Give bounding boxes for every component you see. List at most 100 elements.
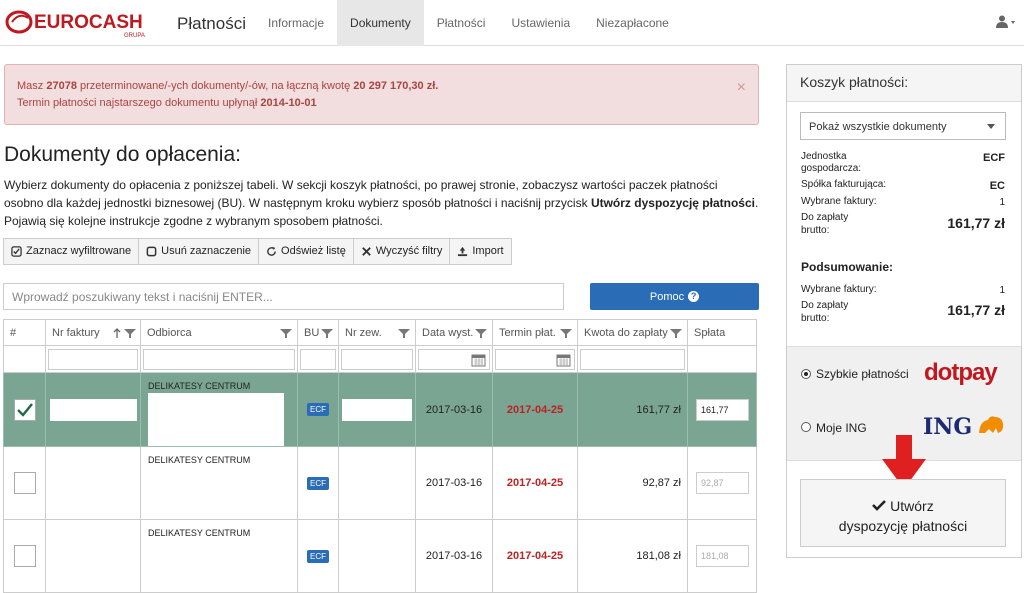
refresh-button[interactable]: Odśwież listę [258, 238, 354, 265]
filter-bu-input[interactable] [300, 348, 336, 370]
recipient-cell: DELIKATESY CENTRUM [140, 519, 298, 593]
col-header-invoice[interactable]: Nr faktury [45, 319, 141, 346]
overdue-count: 27078 [46, 80, 77, 92]
ing-payment-label[interactable]: Moje ING [816, 421, 867, 435]
filter-row [3, 345, 757, 373]
filter-icon[interactable] [280, 328, 292, 339]
clear-filters-button[interactable]: Wyczyść filtry [352, 238, 451, 265]
oldest-due-date: 2014-10-01 [260, 97, 317, 109]
due-label: Do zapłaty brutto: [801, 212, 849, 236]
col-header-external-no[interactable]: Nr zew. [338, 319, 416, 346]
logo-sub: GRUPA [124, 33, 145, 39]
amount-due: 181,08 zł [577, 519, 688, 593]
bu-badge: ECF [307, 476, 329, 490]
import-button[interactable]: Import [449, 238, 512, 265]
filter-issue-date-input[interactable] [418, 348, 490, 370]
tab-informacje[interactable]: Informacje [255, 0, 337, 46]
issue-date: 2017-03-16 [415, 372, 493, 447]
amount-due: 92,87 zł [577, 446, 688, 520]
filter-icon[interactable] [321, 328, 333, 339]
close-icon [362, 247, 371, 256]
help-button[interactable]: Pomoc? [590, 283, 759, 310]
documents-table: # Nr faktury Odbiorca BU Nr zew. Data wy… [3, 319, 757, 593]
check-icon [16, 402, 33, 417]
create-payment-order-button[interactable]: Utwórz dyspozycję płatności [800, 479, 1006, 547]
user-menu[interactable] [996, 15, 1016, 31]
ing-lion-icon [979, 416, 1004, 433]
filter-recipient-input[interactable] [143, 348, 295, 370]
recipient-cell: DELIKATESY CENTRUM [140, 446, 298, 520]
filter-invoice-input[interactable] [48, 348, 138, 370]
payment-cart-panel: Koszyk płatności: Pokaż wszystkie dokume… [786, 64, 1022, 558]
row-checkbox[interactable] [13, 472, 36, 494]
table-row[interactable]: DELIKATESY CENTRUM ECF 2017-03-16 2017-0… [3, 519, 757, 593]
filter-icon[interactable] [560, 328, 572, 339]
mark-filtered-button[interactable]: Zaznacz wyfiltrowane [3, 238, 140, 265]
question-icon: ? [688, 291, 700, 302]
alert-line-1: Masz 27078 przeterminowane/-ych dokument… [17, 80, 439, 92]
issue-date: 2017-03-16 [415, 519, 493, 593]
calendar-icon[interactable] [471, 353, 486, 367]
col-header-payment: Spłata [687, 319, 757, 346]
logo-text: EUROCASH [34, 12, 143, 33]
recipient-cell: DELIKATESY CENTRUM [140, 372, 298, 447]
filter-amount-input[interactable] [580, 348, 685, 370]
clear-selection-button[interactable]: Usuń zaznaczenie [138, 238, 260, 265]
payment-input[interactable]: 161,77 [696, 398, 749, 421]
filter-due-date-input[interactable] [495, 348, 575, 370]
selected-value: 1 [999, 197, 1005, 208]
external-number-redacted [342, 398, 412, 421]
col-header-bu[interactable]: BU [297, 319, 339, 346]
amount-due: 161,77 zł [577, 372, 688, 447]
filter-external-input[interactable] [341, 348, 413, 370]
overdue-alert: Masz 27078 przeterminowane/-ych dokument… [4, 64, 759, 125]
row-checkbox[interactable] [13, 398, 36, 421]
dotpay-logo: dotpay [924, 359, 998, 386]
sort-filter-icon[interactable] [113, 328, 137, 339]
sum-due-label: Do zapłaty brutto: [801, 300, 849, 324]
square-icon [146, 246, 157, 257]
filter-icon[interactable] [475, 328, 487, 339]
radio-fast-payment[interactable] [801, 369, 811, 379]
recipient-address-redacted [148, 393, 284, 446]
bu-badge: ECF [307, 403, 329, 416]
sum-selected-label: Wybrane faktury: [801, 284, 877, 295]
col-header-due-date[interactable]: Termin płat. [492, 319, 578, 346]
filter-icon[interactable] [398, 328, 410, 339]
cart-filter-select[interactable]: Pokaż wszystkie dokumenty [800, 112, 1006, 140]
intro-text: Wybierz dokumenty do opłacenia z poniższ… [4, 178, 759, 228]
user-icon [996, 15, 1015, 28]
summary-title: Podsumowanie: [801, 260, 894, 274]
tab-niezaplacone[interactable]: Niezapłacone [583, 0, 682, 46]
filter-icon[interactable] [670, 328, 682, 339]
table-header-row: # Nr faktury Odbiorca BU Nr zew. Data wy… [3, 319, 757, 346]
radio-ing-payment[interactable] [801, 422, 811, 432]
fast-payment-label[interactable]: Szybkie płatności [816, 367, 909, 381]
tab-ustawienia[interactable]: Ustawienia [498, 0, 583, 46]
selected-label: Wybrane faktury: [801, 196, 877, 207]
upload-icon [458, 246, 468, 257]
table-toolbar: Zaznacz wyfiltrowane Usuń zaznaczenie Od… [3, 238, 512, 265]
cart-title: Koszyk płatności: [787, 65, 1021, 102]
table-row[interactable]: DELIKATESY CENTRUM ECF 2017-03-16 2017-0… [3, 372, 757, 447]
payment-input[interactable]: 92,87 [696, 472, 749, 494]
close-icon[interactable]: × [737, 79, 746, 96]
calendar-icon[interactable] [556, 353, 571, 367]
tab-dokumenty[interactable]: Dokumenty [337, 0, 424, 46]
col-header-issue-date[interactable]: Data wyst. [415, 319, 493, 346]
payment-input[interactable]: 181,08 [696, 545, 749, 567]
check-icon [872, 500, 887, 511]
due-value: 161,77 zł [947, 215, 1005, 231]
due-date: 2017-04-25 [492, 372, 578, 447]
invoice-number-redacted [49, 398, 137, 421]
table-row[interactable]: DELIKATESY CENTRUM ECF 2017-03-16 2017-0… [3, 446, 757, 520]
eurocash-logo[interactable]: EUROCASH GRUPA [4, 6, 164, 40]
app-title: Płatności [177, 14, 246, 33]
search-input[interactable]: Wprowadź poszukiwany tekst i naciśnij EN… [3, 283, 564, 310]
tab-platnosci[interactable]: Płatności [424, 0, 499, 46]
col-header-amount[interactable]: Kwota do zapłaty [577, 319, 688, 346]
col-header-recipient[interactable]: Odbiorca [140, 319, 298, 346]
company-value: EC [989, 180, 1005, 192]
sum-due-value: 161,77 zł [947, 302, 1005, 318]
row-checkbox[interactable] [13, 545, 36, 567]
